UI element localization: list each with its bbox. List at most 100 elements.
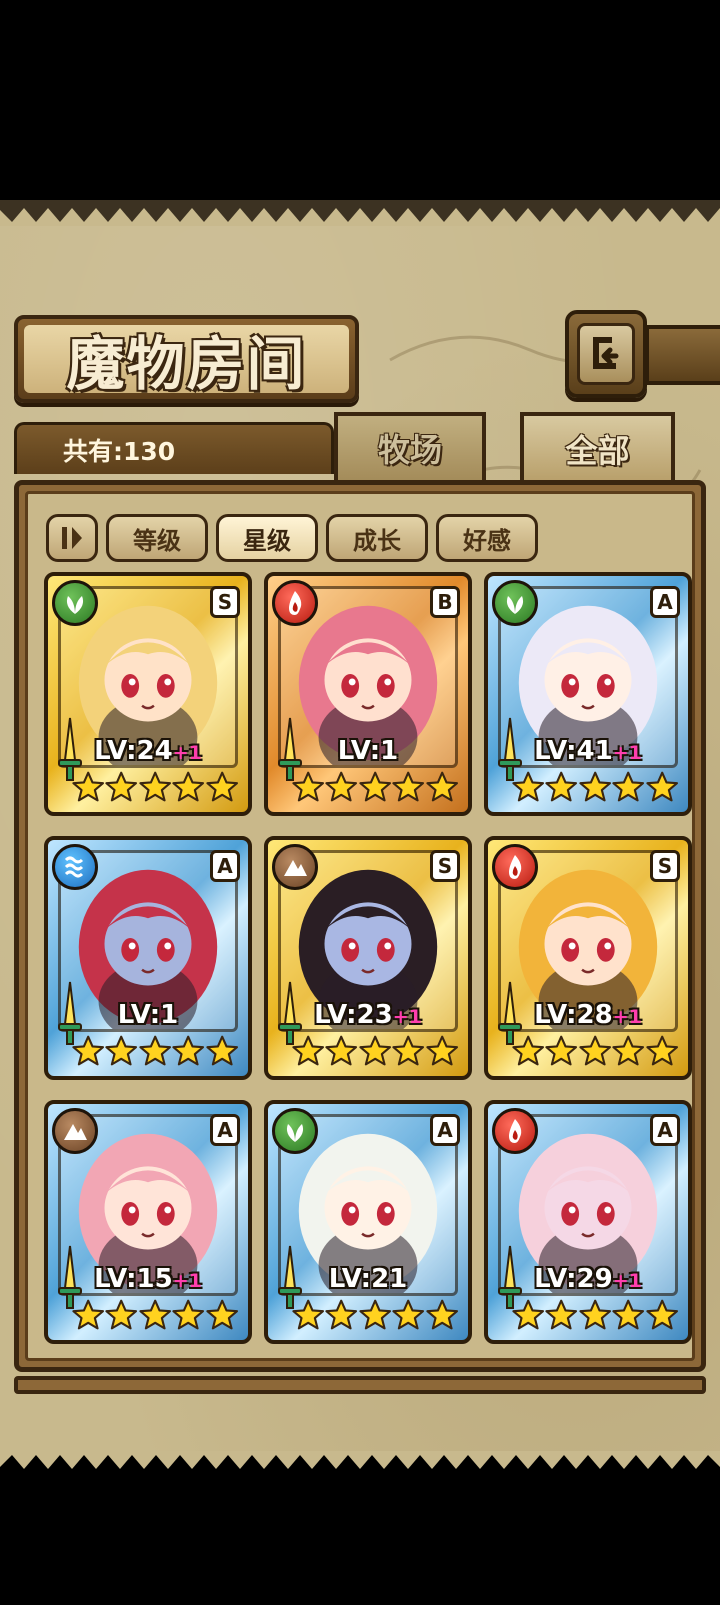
level-bonus: +1 [612, 1270, 642, 1292]
star-rating [512, 1296, 678, 1334]
level-label: LV:23+1 [268, 1000, 468, 1030]
monster-panel-inner: 等级 星级 成长 好感 S LV:24+1 B LV:1 A LV:41+1 A LV:1 S L… [25, 491, 695, 1361]
star-icon [325, 771, 358, 802]
star-icon [392, 1035, 425, 1066]
fire-element-icon [272, 580, 318, 626]
level-value: LV:29 [534, 1264, 613, 1294]
level-value: LV:28 [534, 1000, 613, 1030]
star-rating [292, 768, 458, 806]
monster-panel: 等级 星级 成长 好感 S LV:24+1 B LV:1 A LV:41+1 A LV:1 S L… [14, 480, 706, 1372]
sort-order-button[interactable] [46, 514, 98, 562]
level-label: LV:29+1 [488, 1264, 688, 1294]
star-rating [72, 768, 238, 806]
monster-card[interactable]: S LV:24+1 [44, 572, 252, 816]
rank-badge: A [210, 850, 240, 882]
water-element-icon [52, 844, 98, 890]
monster-card[interactable]: A LV:29+1 [484, 1100, 692, 1344]
star-icon [139, 1035, 171, 1066]
star-icon [645, 1299, 678, 1330]
star-icon [512, 1035, 545, 1066]
monster-card[interactable]: A LV:15+1 [44, 1100, 252, 1344]
earth-element-icon [272, 844, 318, 890]
level-value: LV:21 [328, 1264, 408, 1294]
star-icon [205, 771, 238, 802]
level-value: LV:24 [94, 736, 173, 766]
star-icon [612, 1299, 645, 1330]
leaf-element-icon [492, 580, 538, 626]
level-label: LV:15+1 [48, 1264, 248, 1294]
level-bonus: +1 [612, 1006, 642, 1028]
level-label: LV:28+1 [488, 1000, 688, 1030]
monster-card[interactable]: A LV:21 [264, 1100, 472, 1344]
star-icon [325, 1299, 358, 1330]
game-view: 魔物房间 共有:130 牧场 全部 等级 星级 成长 好感 S LV:24+1 … [0, 200, 720, 1477]
level-label: LV:41+1 [488, 736, 688, 766]
fire-element-icon [492, 1108, 538, 1154]
star-icon [359, 1035, 391, 1066]
star-rating [72, 1032, 238, 1070]
star-icon [425, 1299, 458, 1330]
star-icon [392, 771, 425, 802]
back-arrow-icon [593, 337, 619, 369]
star-icon [579, 1035, 611, 1066]
star-icon [292, 1035, 325, 1066]
level-bonus: +1 [172, 1270, 202, 1292]
filter-row: 等级 星级 成长 好感 [46, 514, 538, 562]
tab-ranch[interactable]: 牧场 [334, 412, 486, 480]
tab-all[interactable]: 全部 [520, 412, 675, 482]
tab-ranch-label: 牧场 [377, 431, 442, 469]
level-label: LV:24+1 [48, 736, 248, 766]
level-label: LV:21 [268, 1264, 468, 1294]
star-icon [645, 1035, 678, 1066]
monster-count-bar: 共有:130 [14, 422, 334, 474]
level-bonus: +1 [392, 1006, 422, 1028]
monster-card[interactable]: S LV:23+1 [264, 836, 472, 1080]
tab-all-label: 全部 [565, 432, 630, 470]
star-icon [325, 1035, 358, 1066]
star-icon [172, 771, 205, 802]
rank-badge: A [650, 586, 680, 618]
leaf-element-icon [272, 1108, 318, 1154]
monster-card[interactable]: A LV:1 [44, 836, 252, 1080]
star-rating [292, 1032, 458, 1070]
star-icon [72, 1299, 105, 1330]
star-rating [72, 1296, 238, 1334]
level-value: LV:23 [314, 1000, 393, 1030]
star-rating [512, 1032, 678, 1070]
screen: 魔物房间 共有:130 牧场 全部 等级 星级 成长 好感 S LV:24+1 … [0, 0, 720, 1605]
level-bonus: +1 [172, 742, 202, 764]
monster-card[interactable]: S LV:28+1 [484, 836, 692, 1080]
star-icon [139, 1299, 171, 1330]
rank-badge: S [650, 850, 680, 882]
filter-star-button[interactable]: 星级 [216, 514, 318, 562]
filter-growth-button[interactable]: 成长 [326, 514, 428, 562]
star-icon [425, 771, 458, 802]
filter-affection-button[interactable]: 好感 [436, 514, 538, 562]
star-icon [72, 1035, 105, 1066]
star-icon [392, 1299, 425, 1330]
monster-card[interactable]: A LV:41+1 [484, 572, 692, 816]
filter-level-button[interactable]: 等级 [106, 514, 208, 562]
earth-element-icon [52, 1108, 98, 1154]
monster-card[interactable]: B LV:1 [264, 572, 472, 816]
star-icon [512, 1299, 545, 1330]
level-value: LV:1 [117, 1000, 179, 1030]
back-button[interactable] [565, 310, 647, 398]
star-icon [612, 1035, 645, 1066]
level-label: LV:1 [48, 1000, 248, 1030]
star-icon [205, 1299, 238, 1330]
star-icon [545, 1035, 578, 1066]
star-icon [105, 1035, 138, 1066]
star-icon [545, 771, 578, 802]
rank-badge: A [650, 1114, 680, 1146]
star-icon [645, 771, 678, 802]
page-title: 魔物房间 [66, 330, 307, 398]
level-label: LV:1 [268, 736, 468, 766]
star-rating [292, 1296, 458, 1334]
star-icon [72, 771, 105, 802]
monster-count: 共有:130 [63, 436, 176, 466]
star-icon [425, 1035, 458, 1066]
rank-badge: A [210, 1114, 240, 1146]
top-torn-edge [0, 200, 720, 226]
star-icon [512, 771, 545, 802]
